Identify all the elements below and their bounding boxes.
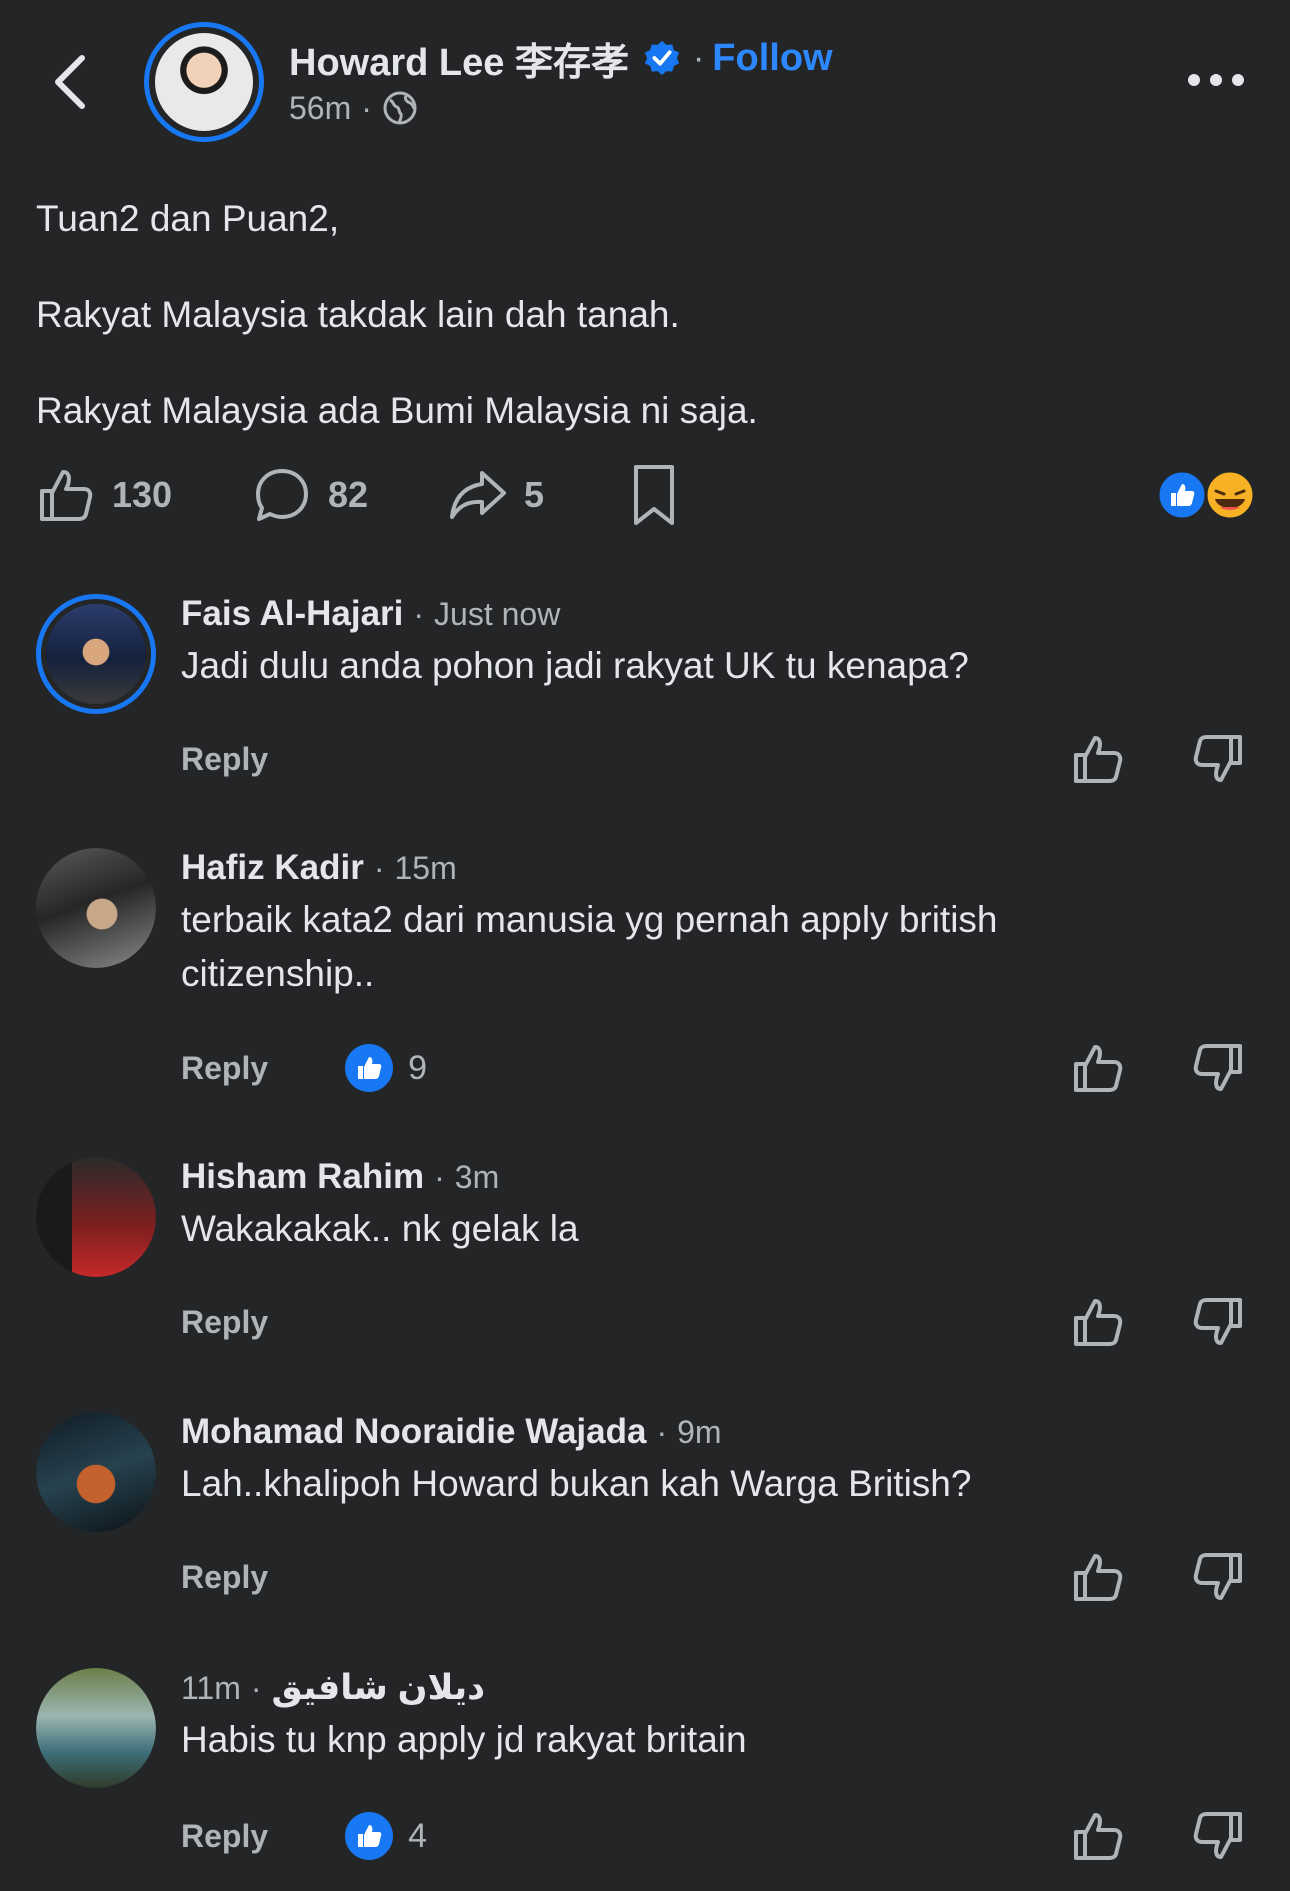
downvote-thumb-icon[interactable] bbox=[1190, 1549, 1246, 1605]
verified-badge-icon bbox=[644, 40, 680, 76]
commenter-name[interactable]: Fais Al-Hajari bbox=[181, 594, 403, 634]
comment-header: Hafiz Kadir · 15m bbox=[181, 845, 457, 891]
reply-button[interactable]: Reply bbox=[181, 741, 268, 778]
reply-button[interactable]: Reply bbox=[181, 1818, 268, 1855]
comment-text: Jadi dulu anda pohon jadi rakyat UK tu k… bbox=[181, 645, 969, 686]
comment-time: 9m bbox=[677, 1413, 722, 1450]
comment-bubble-icon bbox=[256, 469, 308, 521]
comment-header: Hisham Rahim · 3m bbox=[181, 1154, 499, 1200]
post-action-bar: 130 82 5 bbox=[0, 455, 1290, 535]
commenter-name[interactable]: Hafiz Kadir bbox=[181, 848, 364, 888]
downvote-thumb-icon[interactable] bbox=[1190, 731, 1246, 787]
author-line: Howard Lee 李存孝 · Follow bbox=[289, 34, 833, 84]
like-count: 130 bbox=[112, 474, 173, 515]
globe-icon bbox=[383, 91, 417, 125]
commenter-name[interactable]: Hisham Rahim bbox=[181, 1157, 424, 1197]
separator-dot: · bbox=[373, 849, 385, 886]
comment-text: Lah..khalipoh Howard bukan kah Warga Bri… bbox=[181, 1463, 972, 1504]
comment-button[interactable]: 82 bbox=[252, 455, 368, 535]
thumbs-up-icon bbox=[40, 470, 93, 521]
commenter-avatar[interactable] bbox=[36, 1157, 156, 1277]
separator-dot: · bbox=[361, 89, 372, 126]
follow-button[interactable]: Follow bbox=[712, 37, 832, 80]
separator-dot: · bbox=[656, 1413, 668, 1450]
comment-time: 15m bbox=[394, 849, 457, 886]
comment-like-count: 4 bbox=[408, 1816, 428, 1855]
commenter-name[interactable]: Mohamad Nooraidie Wajada bbox=[181, 1412, 646, 1452]
comment-like-count: 9 bbox=[408, 1048, 428, 1087]
comment-time: Just now bbox=[434, 595, 561, 632]
author-avatar[interactable] bbox=[144, 22, 264, 142]
downvote-thumb-icon[interactable] bbox=[1190, 1294, 1246, 1350]
haha-reaction-icon bbox=[1204, 469, 1256, 521]
post-paragraph: Rakyat Malaysia takdak lain dah tanah. bbox=[36, 294, 680, 335]
commenter-avatar[interactable] bbox=[36, 594, 156, 714]
post-time[interactable]: 56m bbox=[289, 90, 351, 127]
share-arrow-icon bbox=[450, 471, 506, 519]
post-meta: 56m · bbox=[289, 88, 418, 128]
reply-button[interactable]: Reply bbox=[181, 1050, 268, 1087]
comment-time: 3m bbox=[454, 1158, 500, 1195]
comment-count: 82 bbox=[328, 474, 369, 515]
post-header: Howard Lee 李存孝 · Follow 56m · bbox=[0, 0, 1290, 160]
reaction-summary[interactable] bbox=[1156, 469, 1256, 521]
commenter-avatar[interactable] bbox=[36, 848, 156, 968]
bookmark-icon bbox=[634, 465, 674, 525]
comment-time: 11m bbox=[181, 1669, 241, 1706]
author-name[interactable]: Howard Lee 李存孝 bbox=[289, 31, 629, 86]
like-reaction-icon bbox=[1156, 469, 1208, 521]
reply-button[interactable]: Reply bbox=[181, 1559, 268, 1596]
share-button[interactable]: 5 bbox=[448, 455, 544, 535]
comment-text: terbaik kata2 dari manusia yg pernah app… bbox=[181, 899, 998, 940]
back-arrow-icon[interactable] bbox=[48, 52, 96, 112]
upvote-thumb-icon[interactable] bbox=[1070, 1549, 1126, 1605]
commenter-name[interactable]: ديلان شافيق bbox=[272, 1668, 486, 1708]
share-count: 5 bbox=[524, 474, 545, 515]
post-paragraph: Rakyat Malaysia ada Bumi Malaysia ni saj… bbox=[36, 390, 758, 431]
comment-header: 11m · ديلان شافيق bbox=[181, 1665, 485, 1711]
separator-dot: · bbox=[434, 1158, 445, 1195]
comment-text: Wakakakak.. nk gelak la bbox=[181, 1208, 579, 1249]
like-button[interactable]: 130 bbox=[36, 455, 172, 535]
comment-header: Fais Al-Hajari · Just now bbox=[181, 591, 560, 637]
comment-footer: Reply bbox=[181, 1292, 268, 1352]
more-options-icon[interactable] bbox=[1186, 62, 1246, 98]
comment-reactions[interactable]: 4 bbox=[344, 1811, 427, 1861]
commenter-avatar[interactable] bbox=[36, 1668, 156, 1788]
comment-footer: Reply 9 bbox=[181, 1038, 427, 1098]
comment-text: citizenship.. bbox=[181, 953, 375, 994]
like-reaction-icon bbox=[345, 1044, 394, 1092]
upvote-thumb-icon[interactable] bbox=[1070, 1294, 1126, 1350]
comment-footer: Reply bbox=[181, 729, 268, 789]
comment-reactions[interactable]: 9 bbox=[344, 1043, 427, 1093]
reply-button[interactable]: Reply bbox=[181, 1304, 268, 1341]
comment-footer: Reply 4 bbox=[181, 1806, 427, 1866]
separator-dot: · bbox=[413, 595, 425, 632]
upvote-thumb-icon[interactable] bbox=[1070, 731, 1126, 787]
separator-dot: · bbox=[692, 38, 705, 77]
comment-footer: Reply bbox=[181, 1547, 268, 1607]
upvote-thumb-icon[interactable] bbox=[1070, 1808, 1126, 1864]
downvote-thumb-icon[interactable] bbox=[1190, 1040, 1246, 1096]
comment-header: Mohamad Nooraidie Wajada · 9m bbox=[181, 1409, 722, 1455]
post-paragraph: Tuan2 dan Puan2, bbox=[36, 198, 340, 239]
separator-dot: · bbox=[250, 1669, 262, 1706]
comment-text: Habis tu knp apply jd rakyat britain bbox=[181, 1719, 747, 1760]
save-button[interactable] bbox=[626, 455, 682, 535]
downvote-thumb-icon[interactable] bbox=[1190, 1808, 1246, 1864]
upvote-thumb-icon[interactable] bbox=[1070, 1040, 1126, 1096]
commenter-avatar[interactable] bbox=[36, 1412, 156, 1532]
like-reaction-icon bbox=[345, 1812, 394, 1860]
